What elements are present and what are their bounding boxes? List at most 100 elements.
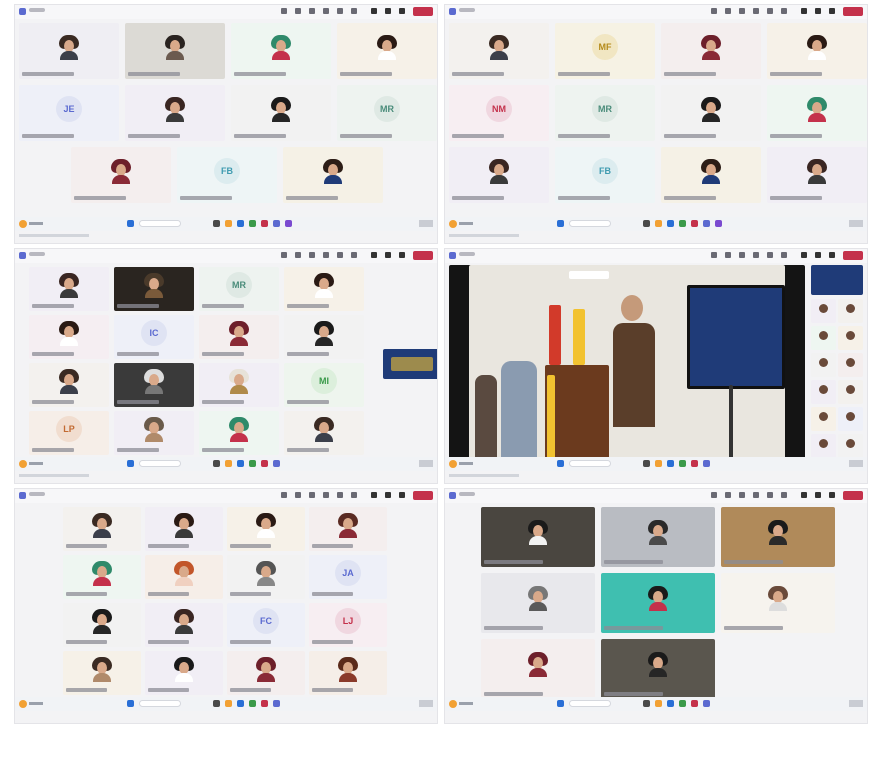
participant-tile[interactable]: JA bbox=[309, 555, 387, 599]
more-icon[interactable] bbox=[351, 252, 357, 258]
taskbar-app-icon[interactable] bbox=[691, 220, 698, 227]
leave-button[interactable] bbox=[843, 491, 863, 500]
react-icon[interactable] bbox=[753, 8, 759, 14]
weather-icon[interactable] bbox=[19, 220, 27, 228]
taskbar-app-icon[interactable] bbox=[643, 220, 650, 227]
taskbar-app-icon[interactable] bbox=[225, 460, 232, 467]
view-icon[interactable] bbox=[767, 252, 773, 258]
leave-button[interactable] bbox=[413, 251, 433, 260]
taskbar-app-icon[interactable] bbox=[273, 220, 280, 227]
participant-thumbnail[interactable] bbox=[838, 407, 863, 431]
participant-tile[interactable] bbox=[114, 363, 194, 407]
participant-tile[interactable] bbox=[767, 85, 867, 141]
participant-tile[interactable]: JE bbox=[19, 85, 119, 141]
taskbar-app-icon[interactable] bbox=[679, 700, 686, 707]
people-icon[interactable] bbox=[295, 252, 301, 258]
participant-tile[interactable]: FB bbox=[555, 147, 655, 203]
taskbar-app-icon[interactable] bbox=[249, 220, 256, 227]
camera-icon[interactable] bbox=[801, 492, 807, 498]
share-icon[interactable] bbox=[829, 8, 835, 14]
mic-icon[interactable] bbox=[815, 492, 821, 498]
taskbar-app-icon[interactable] bbox=[703, 460, 710, 467]
taskbar-app-icon[interactable] bbox=[225, 220, 232, 227]
participant-tile[interactable]: FB bbox=[177, 147, 277, 203]
participant-tile[interactable] bbox=[145, 651, 223, 695]
participant-tile[interactable] bbox=[309, 651, 387, 695]
taskbar-app-icon[interactable] bbox=[237, 220, 244, 227]
participant-tile[interactable] bbox=[63, 555, 141, 599]
participant-tile[interactable] bbox=[199, 363, 279, 407]
taskbar-app-icon[interactable] bbox=[691, 700, 698, 707]
participant-tile[interactable] bbox=[661, 147, 761, 203]
participant-tile[interactable]: LP bbox=[29, 411, 109, 455]
participant-tile[interactable] bbox=[767, 23, 867, 79]
participant-tile[interactable] bbox=[227, 651, 305, 695]
participant-tile[interactable] bbox=[231, 23, 331, 79]
taskbar-search[interactable] bbox=[569, 700, 611, 707]
weather-icon[interactable] bbox=[19, 700, 27, 708]
participant-tile[interactable] bbox=[63, 651, 141, 695]
participant-thumbnail[interactable] bbox=[811, 326, 836, 350]
participant-tile[interactable] bbox=[199, 411, 279, 455]
participant-tile[interactable] bbox=[309, 507, 387, 551]
taskbar-search[interactable] bbox=[139, 700, 181, 707]
share-icon[interactable] bbox=[399, 492, 405, 498]
start-icon[interactable] bbox=[557, 220, 564, 227]
participant-tile[interactable] bbox=[19, 23, 119, 79]
participant-tile[interactable] bbox=[29, 267, 109, 311]
taskbar-app-icon[interactable] bbox=[261, 700, 268, 707]
participant-tile[interactable] bbox=[29, 315, 109, 359]
taskbar-app-icon[interactable] bbox=[261, 220, 268, 227]
participant-tile[interactable] bbox=[63, 507, 141, 551]
participant-tile[interactable] bbox=[601, 573, 715, 633]
participant-tile[interactable] bbox=[661, 23, 761, 79]
camera-icon[interactable] bbox=[371, 492, 377, 498]
chat-icon[interactable] bbox=[711, 252, 717, 258]
mic-icon[interactable] bbox=[815, 252, 821, 258]
raise-hand-icon[interactable] bbox=[739, 8, 745, 14]
participant-thumbnail[interactable] bbox=[838, 353, 863, 377]
participant-tile[interactable] bbox=[63, 603, 141, 647]
participant-tile[interactable] bbox=[721, 573, 835, 633]
raise-hand-icon[interactable] bbox=[309, 252, 315, 258]
start-icon[interactable] bbox=[557, 460, 564, 467]
taskbar-app-icon[interactable] bbox=[703, 700, 710, 707]
share-icon[interactable] bbox=[399, 252, 405, 258]
taskbar-search[interactable] bbox=[569, 220, 611, 227]
participant-thumbnail[interactable] bbox=[838, 434, 863, 458]
react-icon[interactable] bbox=[323, 252, 329, 258]
participant-tile[interactable]: MR bbox=[555, 85, 655, 141]
participant-thumbnail[interactable] bbox=[838, 380, 863, 404]
raise-hand-icon[interactable] bbox=[739, 252, 745, 258]
participant-tile[interactable] bbox=[481, 507, 595, 567]
leave-button[interactable] bbox=[843, 7, 863, 16]
participant-tile[interactable] bbox=[481, 573, 595, 633]
participant-tile[interactable] bbox=[661, 85, 761, 141]
taskbar-app-icon[interactable] bbox=[643, 700, 650, 707]
weather-icon[interactable] bbox=[449, 220, 457, 228]
more-icon[interactable] bbox=[781, 492, 787, 498]
participant-tile[interactable] bbox=[284, 411, 364, 455]
participant-tile[interactable]: MR bbox=[199, 267, 279, 311]
participant-tile[interactable] bbox=[145, 555, 223, 599]
participant-tile[interactable] bbox=[337, 23, 437, 79]
mic-icon[interactable] bbox=[815, 8, 821, 14]
participant-tile[interactable] bbox=[145, 507, 223, 551]
leave-button[interactable] bbox=[413, 491, 433, 500]
view-icon[interactable] bbox=[337, 252, 343, 258]
taskbar-app-icon[interactable] bbox=[237, 460, 244, 467]
participant-tile[interactable]: LJ bbox=[309, 603, 387, 647]
shared-screen-thumbnail[interactable] bbox=[383, 349, 437, 379]
leave-button[interactable] bbox=[413, 7, 433, 16]
participant-tile[interactable] bbox=[601, 639, 715, 699]
start-icon[interactable] bbox=[557, 700, 564, 707]
participant-tile[interactable] bbox=[767, 147, 867, 203]
mic-icon[interactable] bbox=[385, 252, 391, 258]
more-icon[interactable] bbox=[781, 252, 787, 258]
people-icon[interactable] bbox=[725, 8, 731, 14]
more-icon[interactable] bbox=[781, 8, 787, 14]
taskbar-app-icon[interactable] bbox=[655, 700, 662, 707]
participant-tile[interactable] bbox=[601, 507, 715, 567]
participant-tile[interactable] bbox=[125, 85, 225, 141]
participant-tile[interactable] bbox=[114, 267, 194, 311]
